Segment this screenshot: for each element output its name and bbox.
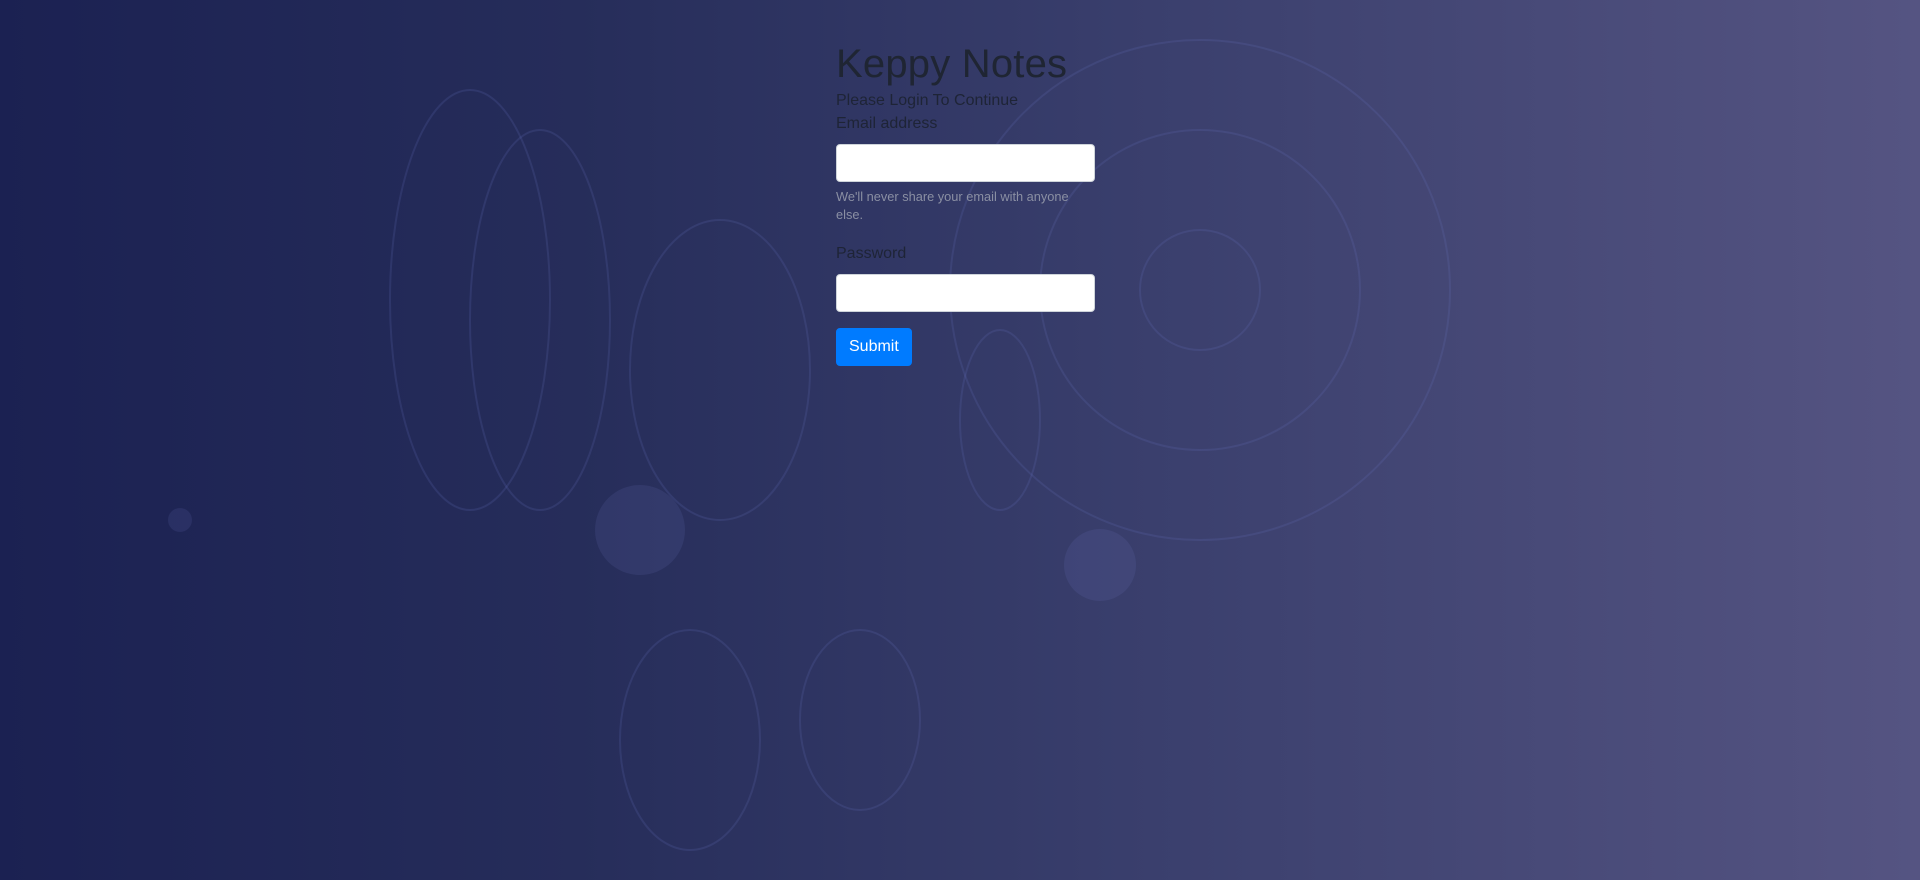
submit-button[interactable]: Submit bbox=[836, 328, 912, 366]
email-group: Email address We'll never share your ema… bbox=[836, 112, 1096, 224]
login-container: Keppy Notes Please Login To Continue Ema… bbox=[836, 40, 1096, 366]
password-label: Password bbox=[836, 245, 907, 262]
email-field[interactable] bbox=[836, 144, 1095, 182]
email-help-text: We'll never share your email with anyone… bbox=[836, 189, 1069, 222]
password-field[interactable] bbox=[836, 274, 1095, 312]
page-subtitle: Please Login To Continue bbox=[836, 92, 1019, 109]
password-group: Password bbox=[836, 242, 1096, 312]
email-label: Email address bbox=[836, 115, 938, 132]
page-title: Keppy Notes bbox=[836, 42, 1068, 86]
